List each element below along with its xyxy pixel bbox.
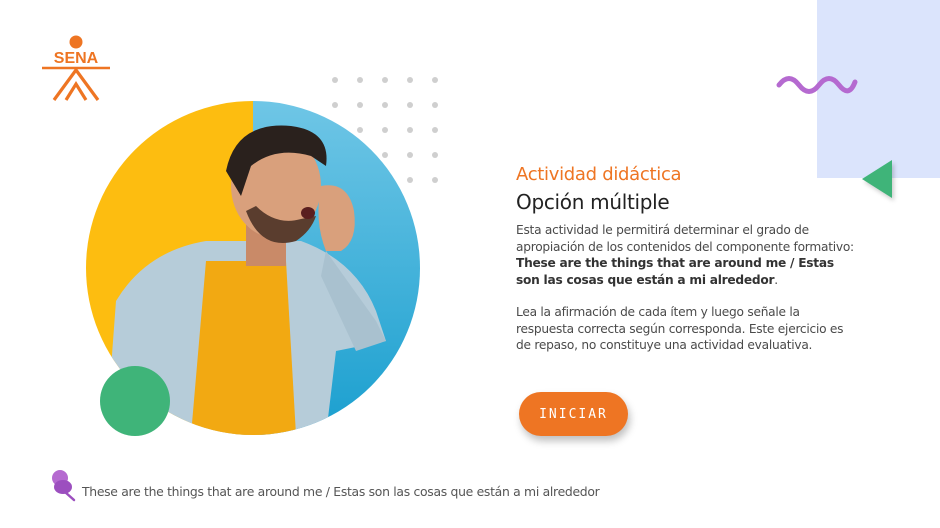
activity-title: Actividad didáctica: [516, 164, 682, 185]
footer-text: These are the things that are around me …: [82, 484, 600, 499]
pin-icon: [52, 470, 76, 502]
description-topic: These are the things that are around me …: [516, 256, 834, 287]
sena-logo: SENA: [42, 35, 110, 101]
decorative-dot: [357, 127, 363, 133]
decorative-triangle-icon: [862, 160, 892, 198]
decorative-dot: [407, 127, 413, 133]
start-button[interactable]: INICIAR: [519, 392, 628, 436]
decorative-dot: [382, 77, 388, 83]
activity-description: Esta actividad le permitirá determinar e…: [516, 222, 856, 288]
decorative-dot: [332, 102, 338, 108]
decorative-dot: [432, 127, 438, 133]
description-lead: Esta actividad le permitirá determinar e…: [516, 223, 854, 254]
decorative-dot: [432, 102, 438, 108]
activity-info: Actividad didáctica Opción múltiple Esta…: [516, 164, 856, 354]
footer: These are the things that are around me …: [50, 468, 600, 502]
decorative-green-circle: [100, 366, 170, 436]
decorative-dot: [357, 77, 363, 83]
decorative-dot: [407, 152, 413, 158]
decorative-dot: [432, 177, 438, 183]
decorative-dot: [407, 177, 413, 183]
decorative-dot: [432, 152, 438, 158]
logo-text: SENA: [54, 50, 99, 67]
decorative-dot: [357, 102, 363, 108]
decorative-dot: [407, 102, 413, 108]
decorative-dot: [407, 77, 413, 83]
activity-instructions: Lea la afirmación de cada ítem y luego s…: [516, 305, 844, 352]
description-end: .: [774, 272, 778, 287]
decorative-dot: [432, 77, 438, 83]
decorative-dot: [382, 102, 388, 108]
activity-subtitle: Opción múltiple: [516, 190, 670, 214]
decorative-dot: [382, 152, 388, 158]
decorative-wave-icon: [776, 76, 858, 94]
decorative-dot: [332, 77, 338, 83]
decorative-dot: [382, 127, 388, 133]
